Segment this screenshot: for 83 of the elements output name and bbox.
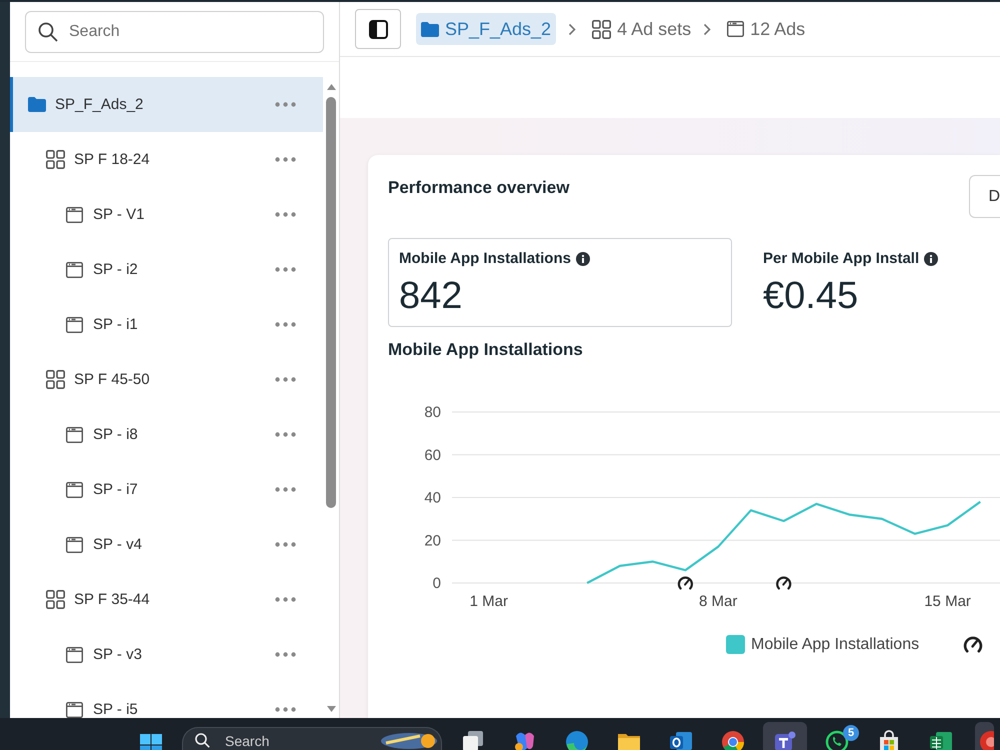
notification-badge: 5 — [843, 725, 859, 741]
scroll-up-icon[interactable] — [326, 84, 336, 90]
axis-label: 20 — [424, 532, 441, 550]
sidebar-toggle-button[interactable] — [355, 9, 401, 49]
card-title: Performance overview — [388, 178, 570, 198]
mail-icon[interactable] — [669, 730, 693, 750]
tree-item[interactable]: SP F 45-50 — [10, 352, 323, 407]
more-icon[interactable] — [275, 267, 296, 272]
swirl-icon[interactable] — [513, 730, 537, 750]
action-button[interactable]: D — [969, 175, 1000, 218]
breadcrumb-link[interactable]: 4 Ad sets — [592, 13, 692, 45]
more-icon[interactable] — [275, 157, 296, 162]
more-icon[interactable] — [275, 597, 296, 602]
browser-icon[interactable] — [721, 730, 745, 750]
axis-label: 8 Mar — [699, 593, 738, 610]
window-icon — [66, 482, 83, 498]
window-icon — [727, 21, 744, 37]
more-icon[interactable] — [275, 652, 296, 657]
metric-label: Per Mobile App Install — [763, 250, 920, 268]
scroll-down-icon[interactable] — [326, 706, 336, 712]
metric-value: 842 — [399, 276, 462, 316]
spreadsheet-icon[interactable] — [929, 730, 953, 750]
start-icon[interactable] — [140, 734, 162, 750]
window-icon — [66, 702, 83, 718]
tree-item[interactable]: SP - i2 — [10, 242, 323, 297]
axis-label: 1 Mar — [470, 593, 508, 610]
window-icon — [66, 262, 83, 278]
tree-item[interactable]: SP - i5 — [10, 682, 323, 718]
chevron-right-icon — [568, 22, 576, 36]
chart-title: Mobile App Installations — [388, 340, 583, 360]
axis-label: 60 — [424, 446, 441, 464]
chat-icon[interactable] — [763, 722, 807, 750]
panel-icon — [368, 20, 388, 38]
search-icon — [38, 22, 58, 42]
shopping-bag-icon[interactable] — [877, 730, 901, 750]
more-icon[interactable] — [275, 432, 296, 437]
tree-item[interactable]: SP - v3 — [10, 627, 323, 682]
grid-icon — [592, 20, 612, 38]
folder-icon — [421, 22, 439, 36]
folder-icon — [28, 97, 46, 112]
info-icon[interactable] — [924, 252, 938, 266]
scrollbar-thumb[interactable] — [326, 97, 336, 508]
tree-item[interactable]: SP - i1 — [10, 297, 323, 352]
more-icon[interactable] — [275, 102, 296, 107]
metric-tile[interactable]: Per Mobile App Install €0.45 — [752, 238, 1000, 327]
window-stack-icon[interactable] — [461, 730, 485, 750]
breadcrumb-link[interactable]: 12 Ads — [727, 13, 806, 45]
more-icon[interactable] — [275, 487, 296, 492]
tree-item[interactable]: SP F 18-24 — [10, 132, 323, 187]
axis-label: 40 — [424, 490, 441, 506]
window-icon — [66, 646, 83, 662]
legend-label: Mobile App Installations — [751, 636, 920, 654]
tree-item[interactable]: SP_F_Ads_2 — [10, 77, 323, 132]
search-icon — [195, 733, 210, 748]
chevron-right-icon — [703, 22, 712, 36]
window-icon — [66, 206, 83, 222]
metric-tile[interactable]: Mobile App Installations 842 — [388, 238, 732, 327]
grid-icon — [46, 370, 65, 389]
metric-label: Mobile App Installations — [399, 250, 571, 268]
tree-item[interactable]: SP - V1 — [10, 187, 323, 242]
more-icon[interactable] — [275, 212, 296, 217]
more-icon[interactable] — [275, 322, 296, 327]
grid-icon — [46, 590, 65, 609]
grid-icon — [46, 150, 65, 169]
axis-label: 80 — [424, 404, 441, 421]
window-icon — [66, 316, 83, 332]
more-icon[interactable] — [275, 377, 296, 382]
metric-value: €0.45 — [763, 276, 858, 316]
tree-item[interactable]: SP - i8 — [10, 407, 323, 462]
more-icon[interactable] — [275, 707, 296, 712]
browser-icon[interactable] — [565, 730, 589, 750]
tree-item[interactable]: SP - i7 — [10, 462, 323, 517]
breadcrumb-link[interactable]: SP_F_Ads_2 — [416, 13, 556, 45]
window-icon — [66, 426, 83, 442]
window-icon — [66, 536, 83, 552]
axis-label: 0 — [432, 575, 441, 592]
tree-item[interactable]: SP - v4 — [10, 517, 323, 572]
app-icon[interactable] — [975, 722, 994, 750]
phone-icon[interactable] — [825, 730, 849, 750]
more-icon[interactable] — [275, 542, 296, 547]
info-icon[interactable] — [576, 252, 590, 266]
tree-item[interactable]: SP F 35-44 — [10, 572, 323, 627]
axis-label: 15 Mar — [924, 593, 971, 610]
